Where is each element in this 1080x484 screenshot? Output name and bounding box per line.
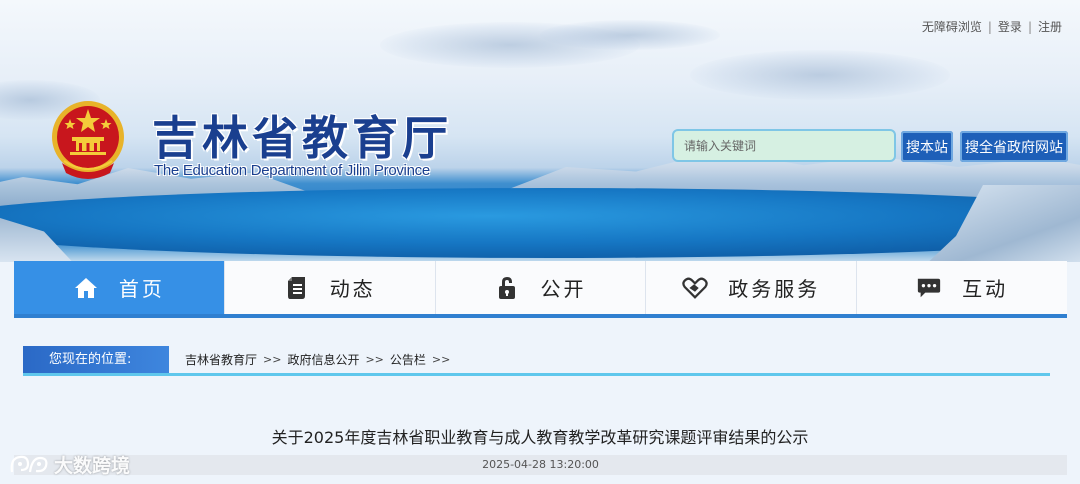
breadcrumb-link[interactable]: 公告栏 [390, 351, 426, 368]
lock-icon [494, 275, 520, 301]
breadcrumb-link[interactable]: 政府信息公开 [287, 351, 359, 368]
site-subtitle: The Education Department of Jilin Provin… [154, 162, 430, 179]
watermark-text: 大数跨境 [54, 455, 131, 477]
article-title: 关于2025年度吉林省职业教育与成人教育教学改革研究课题评审结果的公示 [271, 428, 809, 447]
breadcrumb-separator: >> [263, 353, 282, 366]
nav-item-label: 动态 [329, 277, 376, 301]
accessibility-link[interactable]: 无障碍浏览 [922, 18, 982, 35]
breadcrumb-link[interactable]: 吉林省教育厅 [185, 351, 257, 368]
document-icon [284, 275, 310, 301]
login-link[interactable]: 登录 [998, 18, 1022, 35]
heart-hand-icon [682, 275, 708, 301]
chat-bubble-icon [916, 275, 942, 301]
search-site-button[interactable]: 搜本站 [901, 131, 953, 162]
watermark: 大数跨境 [8, 451, 130, 478]
nav-item-news[interactable]: 动态 [224, 261, 436, 314]
breadcrumb-separator: >> [431, 353, 451, 366]
breadcrumb-trail: 吉林省教育厅 >> 政府信息公开 >> 公告栏 >> [185, 351, 456, 368]
site-title: 吉林省教育厅 [152, 111, 452, 165]
nav-item-home[interactable]: 首页 [14, 261, 225, 314]
search-input[interactable] [672, 129, 896, 162]
nav-item-label: 互动 [962, 277, 1009, 301]
nav-item-interact[interactable]: 互动 [857, 261, 1067, 314]
watermark-logo-icon [10, 455, 48, 472]
breadcrumb-separator: >> [365, 353, 384, 366]
home-icon [73, 275, 99, 301]
top-links: 无障碍浏览 | 登录 | 注册 [922, 18, 1062, 35]
nav-item-services[interactable]: 政务服务 [646, 261, 858, 314]
main-nav: 首页 动态 公开 政务服务 互动 [14, 261, 1067, 318]
publish-datetime: 2025-04-28 13:20:00 [482, 458, 599, 471]
breadcrumb: 您现在的位置: 吉林省教育厅 >> 政府信息公开 >> 公告栏 >> [23, 346, 1050, 376]
nav-item-label: 政务服务 [728, 277, 821, 301]
separator: | [1027, 19, 1032, 34]
search-province-button[interactable]: 搜全省政府网站 [960, 131, 1068, 162]
separator: | [987, 19, 992, 34]
breadcrumb-label: 您现在的位置: [23, 346, 169, 373]
register-link[interactable]: 注册 [1038, 18, 1062, 35]
nav-item-public[interactable]: 公开 [435, 261, 647, 314]
nav-item-label: 首页 [118, 277, 165, 301]
national-emblem-icon [52, 101, 124, 179]
article-meta: 2025-04-28 13:20:00 [14, 455, 1067, 475]
nav-item-label: 公开 [540, 277, 587, 301]
